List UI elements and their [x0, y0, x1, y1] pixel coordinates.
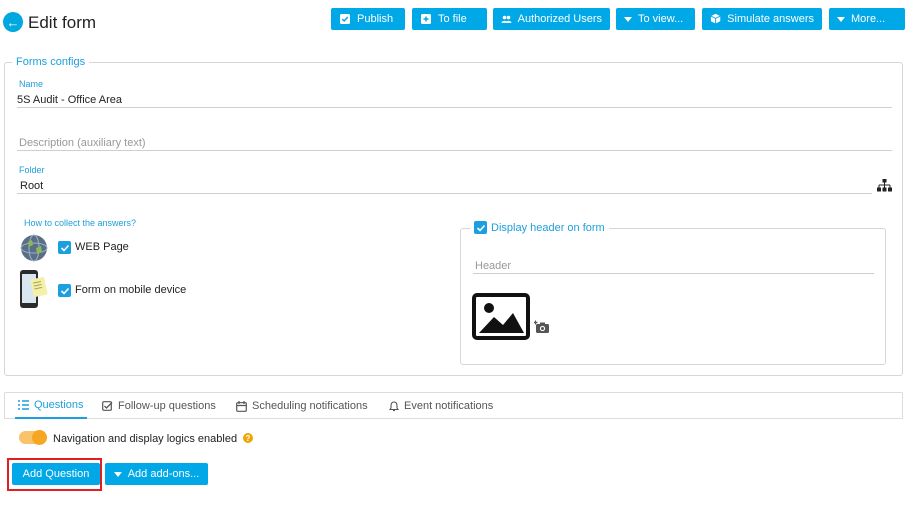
- caret-down-icon: [624, 16, 632, 22]
- display-header-checkbox[interactable]: [474, 221, 487, 234]
- file-icon: [420, 13, 432, 25]
- to-file-button[interactable]: To file: [412, 8, 487, 30]
- simulate-answers-button[interactable]: Simulate answers: [702, 8, 822, 30]
- add-addons-label: Add add-ons...: [127, 468, 200, 480]
- header-underline: [473, 273, 874, 274]
- folder-field[interactable]: Root: [20, 180, 43, 192]
- tab-questions[interactable]: Questions: [15, 393, 87, 419]
- mobile-device-icon: [18, 268, 50, 312]
- highlight-box: [7, 458, 102, 491]
- publish-label: Publish: [357, 13, 394, 25]
- web-page-label: WEB Page: [75, 241, 129, 253]
- mobile-label: Form on mobile device: [75, 284, 187, 296]
- page-header: ← Edit form Publish To file Authorized U…: [0, 0, 907, 44]
- hierarchy-icon[interactable]: [877, 179, 892, 192]
- header-field[interactable]: Header: [475, 260, 511, 272]
- users-icon: [501, 13, 512, 25]
- more-dropdown[interactable]: More...: [829, 8, 905, 30]
- tabs-bar: Questions Follow-up questions Scheduling…: [4, 392, 903, 419]
- collect-answers-label: How to collect the answers?: [24, 218, 137, 228]
- cube-icon: [710, 13, 721, 25]
- name-label: Name: [19, 79, 44, 89]
- display-header-legend: Display header on form: [470, 221, 609, 234]
- description-underline: [17, 150, 892, 151]
- name-underline: [17, 107, 892, 108]
- tab-event-notifications[interactable]: Event notifications: [389, 393, 493, 419]
- check-icon: [476, 224, 485, 232]
- tab-questions-label: Questions: [34, 399, 84, 411]
- authorized-users-button[interactable]: Authorized Users: [493, 8, 610, 30]
- checkbox-icon: [102, 401, 113, 411]
- forms-configs-legend: Forms configs: [12, 56, 90, 68]
- simulate-answers-label: Simulate answers: [727, 13, 814, 25]
- tab-scheduling[interactable]: Scheduling notifications: [236, 393, 368, 419]
- back-button[interactable]: ←: [3, 12, 23, 32]
- logic-label: Navigation and display logics enabled: [53, 433, 238, 445]
- check-icon: [60, 244, 69, 252]
- name-field[interactable]: 5S Audit - Office Area: [17, 94, 122, 106]
- description-field[interactable]: Description (auxiliary text): [19, 137, 146, 149]
- add-addons-dropdown[interactable]: Add add-ons...: [105, 463, 208, 485]
- folder-underline: [17, 193, 872, 194]
- page-title: Edit form: [28, 13, 97, 32]
- arrow-left-icon: ←: [6, 14, 20, 30]
- publish-button[interactable]: Publish: [331, 8, 405, 30]
- caret-down-icon: [113, 471, 122, 477]
- tab-scheduling-label: Scheduling notifications: [252, 400, 368, 412]
- to-view-dropdown[interactable]: To view...: [616, 8, 695, 30]
- image-placeholder-icon[interactable]: [472, 293, 530, 340]
- help-icon[interactable]: ?: [243, 433, 253, 443]
- list-icon: [18, 400, 29, 410]
- more-label: More...: [851, 13, 886, 25]
- display-header-label: Display header on form: [491, 221, 605, 234]
- camera-add-icon[interactable]: [533, 320, 550, 334]
- calendar-icon: [236, 400, 247, 412]
- tab-follow-up-label: Follow-up questions: [118, 400, 216, 412]
- tab-event-notifications-label: Event notifications: [404, 400, 494, 412]
- toggle-knob: [32, 430, 47, 445]
- authorized-users-label: Authorized Users: [517, 13, 602, 25]
- check-icon: [60, 287, 69, 295]
- web-page-checkbox[interactable]: [58, 241, 71, 254]
- to-file-label: To file: [438, 13, 467, 25]
- folder-label: Folder: [19, 165, 45, 175]
- globe-icon: [19, 233, 49, 263]
- tab-follow-up[interactable]: Follow-up questions: [102, 393, 216, 419]
- bell-icon: [389, 400, 399, 411]
- check-square-icon: [339, 13, 351, 25]
- mobile-checkbox[interactable]: [58, 284, 71, 297]
- logic-toggle[interactable]: [19, 430, 47, 445]
- caret-down-icon: [837, 16, 845, 22]
- to-view-label: To view...: [638, 13, 684, 25]
